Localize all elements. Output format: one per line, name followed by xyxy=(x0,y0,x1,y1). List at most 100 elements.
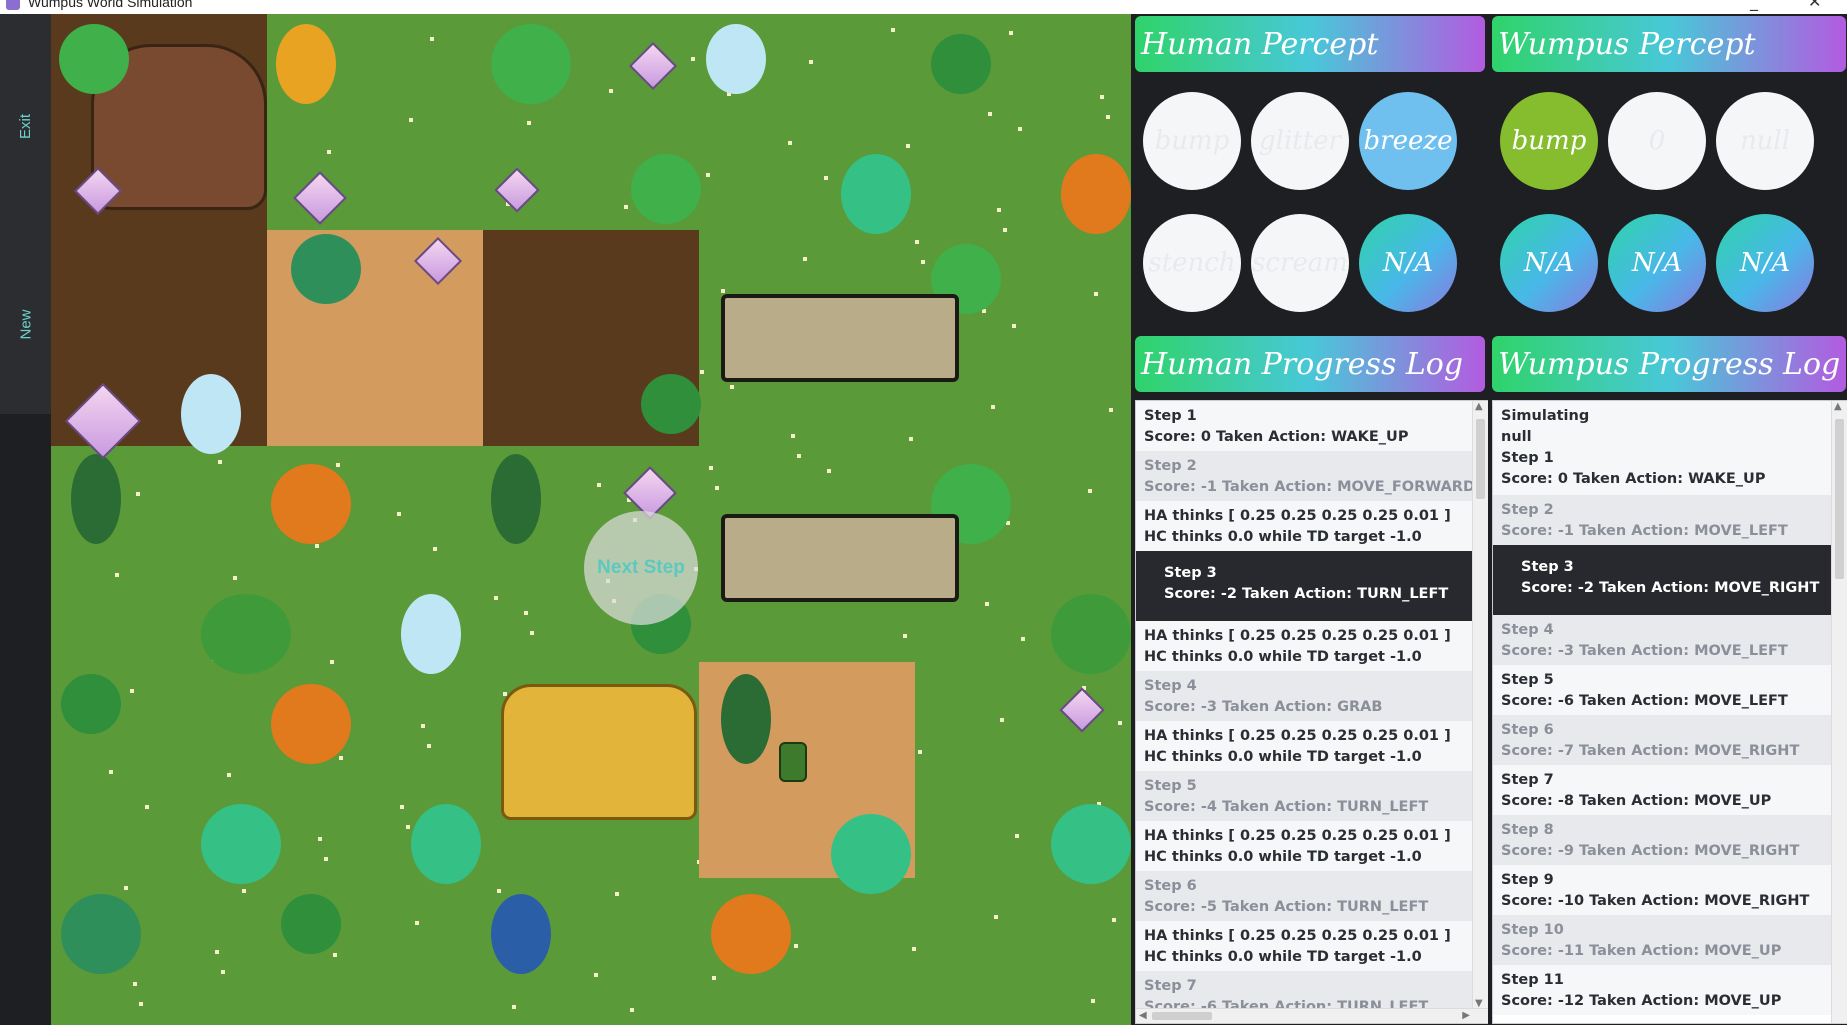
log-entry[interactable]: Step 2 Score: -1 Taken Action: MOVE_LEFT xyxy=(1493,495,1847,545)
log-entry-line: Step 1 xyxy=(1501,450,1554,466)
log-entry-line: Score: -2 Taken Action: TURN_LEFT xyxy=(1164,586,1449,602)
flower-dot xyxy=(706,173,710,177)
scroll-up-icon[interactable]: ▲ xyxy=(1834,401,1842,412)
flower-dot xyxy=(124,886,128,890)
log-entry[interactable]: Step 1 Score: 0 Taken Action: WAKE_UP xyxy=(1136,401,1488,451)
new-label: New xyxy=(17,308,35,340)
palm-tree-icon xyxy=(641,374,701,434)
log-entry[interactable]: Step 9 Score: -10 Taken Action: MOVE_RIGH… xyxy=(1493,865,1847,915)
window-title: Wumpus World Simulation xyxy=(28,0,193,10)
human-progress-log[interactable]: Step 1 Score: 0 Taken Action: WAKE_UP Step… xyxy=(1135,400,1489,1024)
flower-dot xyxy=(615,892,619,896)
crystal-icon xyxy=(494,167,540,213)
scrollbar-thumb[interactable] xyxy=(1835,419,1844,579)
autumn-tree-icon xyxy=(276,24,336,104)
flower-dot xyxy=(497,889,501,893)
flower-dot xyxy=(1106,115,1110,119)
flower-dot xyxy=(1088,489,1092,493)
next-step-button[interactable]: Next Step xyxy=(584,511,698,625)
log-entry-line: Step 3 xyxy=(1521,559,1574,575)
human-percept-circle: glitter xyxy=(1251,92,1349,190)
log-entry-line: Step 3 xyxy=(1164,565,1217,581)
log-entry-line: Score: -4 Taken Action: TURN_LEFT xyxy=(1144,799,1429,815)
flower-dot xyxy=(1015,834,1019,838)
log-entry-line: HA thinks [ 0.25 0.25 0.25 0.25 0.01 ] xyxy=(1144,508,1451,524)
log-entry-line: HC thinks 0.0 while TD target -1.0 xyxy=(1144,749,1422,765)
flower-dot xyxy=(709,466,713,470)
wumpus-percept-circle: null xyxy=(1716,92,1814,190)
wumpus-percept-circle: bump xyxy=(1500,92,1598,190)
log-entry[interactable]: Step 11 Score: -12 Taken Action: MOVE_UP xyxy=(1493,965,1847,1015)
log-entry[interactable]: Step 2 Score: -1 Taken Action: MOVE_FORWA… xyxy=(1136,451,1488,501)
log-entry[interactable]: Step 6 Score: -7 Taken Action: MOVE_RIGHT xyxy=(1493,715,1847,765)
new-button[interactable]: New xyxy=(10,294,42,354)
log-entry-line: Step 6 xyxy=(1144,878,1197,894)
exit-button[interactable]: Exit xyxy=(10,96,42,156)
wumpus-percept-circle: 0 xyxy=(1608,92,1706,190)
flower-dot xyxy=(594,973,598,977)
log-entry-line: HC thinks 0.0 while TD target -1.0 xyxy=(1144,849,1422,865)
tree-icon xyxy=(59,24,129,94)
wumpus-progress-log[interactable]: Simulating null Step 1 Score: 0 Taken Actio… xyxy=(1492,400,1847,1024)
log-entry[interactable]: Step 3 Score: -2 Taken Action: MOVE_RIGHT xyxy=(1493,545,1847,615)
wumpus-percept-circle: N/A xyxy=(1500,214,1598,312)
log-entry-line: Score: -12 Taken Action: MOVE_UP xyxy=(1501,993,1782,1009)
log-entry[interactable]: HA thinks [ 0.25 0.25 0.25 0.25 0.01 ] HC… xyxy=(1136,921,1488,971)
log-entry[interactable]: Step 4 Score: -3 Taken Action: MOVE_LEFT xyxy=(1493,615,1847,665)
flower-dot xyxy=(1091,999,1095,1003)
scroll-right-icon[interactable]: ▶ xyxy=(1462,1010,1470,1021)
log-entry[interactable]: Step 3 Score: -2 Taken Action: TURN_LEFT xyxy=(1136,551,1488,621)
palm-tree-icon xyxy=(281,894,341,954)
flower-dot xyxy=(318,837,322,841)
flower-dot xyxy=(221,970,225,974)
flower-dot xyxy=(985,602,989,606)
log-entry[interactable]: Simulating null Step 1 Score: 0 Taken Actio… xyxy=(1493,401,1847,495)
scrollbar-thumb[interactable] xyxy=(1476,419,1485,499)
log-entry[interactable]: Step 8 Score: -9 Taken Action: MOVE_RIGHT xyxy=(1493,815,1847,865)
log-entry[interactable]: Step 4 Score: -3 Taken Action: GRAB xyxy=(1136,671,1488,721)
flower-dot xyxy=(115,573,119,577)
log-entry[interactable]: Step 5 Score: -4 Taken Action: TURN_LEFT xyxy=(1136,771,1488,821)
scroll-left-icon[interactable]: ◀ xyxy=(1139,1010,1147,1021)
wumpus-percept-circle: N/A xyxy=(1608,214,1706,312)
flower-dot xyxy=(227,773,231,777)
flower-dot xyxy=(994,915,998,919)
log-entry[interactable]: HA thinks [ 0.25 0.25 0.25 0.25 0.01 ] HC… xyxy=(1136,621,1488,671)
minimize-icon[interactable]: _ xyxy=(1750,0,1758,11)
palm-tree-icon xyxy=(931,34,991,94)
human-percept-circle: bump xyxy=(1143,92,1241,190)
log-entry[interactable]: HA thinks [ 0.25 0.25 0.25 0.25 0.01 ] HC… xyxy=(1136,721,1488,771)
close-icon[interactable]: ✕ xyxy=(1808,0,1821,11)
flower-dot xyxy=(130,689,134,693)
autumn-tree-icon xyxy=(1061,154,1131,234)
scrollbar-thumb[interactable] xyxy=(1152,1012,1212,1020)
flower-dot xyxy=(903,634,907,638)
log-entry[interactable]: HA thinks [ 0.25 0.25 0.25 0.25 0.01 ] HC… xyxy=(1136,821,1488,871)
flower-dot xyxy=(136,492,140,496)
log-entry[interactable]: Step 10 Score: -11 Taken Action: MOVE_UP xyxy=(1493,915,1847,965)
log-entry-line: Step 11 xyxy=(1501,972,1564,988)
log-entry-line: Step 5 xyxy=(1144,778,1197,794)
log-entry-line: Step 5 xyxy=(1501,672,1554,688)
wumpus-log-vscrollbar[interactable]: ▲ xyxy=(1831,401,1847,1023)
log-entry-line: Step 1 xyxy=(1144,408,1197,424)
log-entry[interactable]: HA thinks [ 0.25 0.25 0.25 0.25 0.01 ] HC… xyxy=(1136,501,1488,551)
flower-dot xyxy=(406,825,410,829)
log-entry[interactable]: Step 7 Score: -8 Taken Action: MOVE_UP xyxy=(1493,765,1847,815)
flower-dot xyxy=(315,544,319,548)
pine-tree-icon xyxy=(721,674,771,764)
scroll-up-icon[interactable]: ▲ xyxy=(1475,401,1483,412)
flower-dot xyxy=(597,483,601,487)
log-entry-line: Simulating xyxy=(1501,408,1590,424)
human-log-vscrollbar[interactable]: ▲ ▼ xyxy=(1472,401,1488,1009)
log-entry-line: Step 4 xyxy=(1144,678,1197,694)
log-entry-line: Score: -2 Taken Action: MOVE_RIGHT xyxy=(1521,580,1820,596)
log-entry-line: Score: 0 Taken Action: WAKE_UP xyxy=(1501,471,1766,487)
log-entry[interactable]: Step 5 Score: -6 Taken Action: MOVE_LEFT xyxy=(1493,665,1847,715)
flower-dot xyxy=(624,205,628,209)
flower-dot xyxy=(527,121,531,125)
flower-dot xyxy=(218,460,222,464)
flower-dot xyxy=(327,150,331,154)
human-log-hscrollbar[interactable]: ◀ ▶ xyxy=(1136,1008,1488,1023)
log-entry[interactable]: Step 6 Score: -5 Taken Action: TURN_LEFT xyxy=(1136,871,1488,921)
